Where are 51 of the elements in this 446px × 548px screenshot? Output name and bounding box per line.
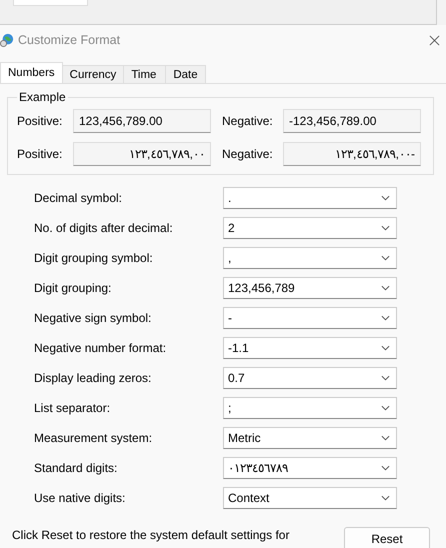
- tab[interactable]: Numbers: [0, 62, 63, 83]
- setting-label: Use native digits:: [34, 491, 126, 505]
- close-icon[interactable]: [429, 34, 440, 46]
- chevron-down-icon: [381, 195, 390, 201]
- setting-label: Decimal symbol:: [34, 191, 124, 205]
- chevron-down-icon: [381, 315, 390, 321]
- dropdown[interactable]: -: [223, 307, 397, 329]
- chevron-down-icon: [381, 225, 390, 231]
- dropdown[interactable]: Context: [223, 487, 397, 509]
- chevron-down-icon: [381, 435, 390, 441]
- setting-label: No. of digits after decimal:: [34, 221, 174, 235]
- example-field: ١٢٣,٤٥٦,٧٨٩,٠٠: [73, 142, 211, 166]
- setting-label: Digit grouping:: [34, 281, 112, 295]
- reset-button[interactable]: Reset: [344, 527, 430, 548]
- setting-label: Negative sign symbol:: [34, 311, 152, 325]
- dropdown[interactable]: 2: [223, 217, 397, 239]
- chevron-down-icon: [381, 405, 390, 411]
- window-title: Customize Format: [18, 33, 122, 47]
- setting-label: Measurement system:: [34, 431, 154, 445]
- dropdown[interactable]: -1.1: [223, 337, 397, 359]
- setting-label: Digit grouping symbol:: [34, 251, 154, 265]
- dropdown[interactable]: 123,456,789: [223, 277, 397, 299]
- tab[interactable]: Date: [165, 65, 206, 83]
- example-field: ١٢٣,٤٥٦,٧٨٩,٠٠-: [283, 142, 421, 166]
- tab[interactable]: Currency: [62, 65, 124, 83]
- group-title: Example: [18, 90, 67, 104]
- setting-label: Standard digits:: [34, 461, 118, 475]
- chevron-down-icon: [381, 285, 390, 291]
- field-label: Negative:: [222, 146, 274, 160]
- chevron-down-icon: [381, 495, 390, 501]
- dropdown[interactable]: ;: [223, 397, 397, 419]
- dropdown[interactable]: 0.7: [223, 367, 397, 389]
- example-field: -123,456,789.00: [283, 108, 421, 132]
- example-field: 123,456,789.00: [73, 108, 211, 132]
- setting-label: List separator:: [34, 401, 112, 415]
- globe-icon: [0, 33, 14, 47]
- chevron-down-icon: [381, 255, 390, 261]
- field-label: Positive:: [17, 114, 64, 128]
- field-label: Positive:: [17, 146, 64, 160]
- dropdown[interactable]: .: [223, 187, 397, 209]
- dropdown[interactable]: Metric: [223, 427, 397, 449]
- reset-note: Click Reset to restore the system default settings for: [12, 528, 290, 542]
- chevron-down-icon: [381, 465, 390, 471]
- chevron-down-icon: [381, 345, 390, 351]
- dropdown[interactable]: ٠١٢٣٤٥٦٧٨٩: [223, 457, 397, 479]
- setting-label: Display leading zeros:: [34, 371, 152, 385]
- setting-label: Negative number format:: [34, 341, 168, 355]
- dropdown[interactable]: ,: [223, 247, 397, 269]
- chevron-down-icon: [381, 375, 390, 381]
- tab[interactable]: Time: [123, 65, 166, 83]
- field-label: Negative:: [222, 114, 274, 128]
